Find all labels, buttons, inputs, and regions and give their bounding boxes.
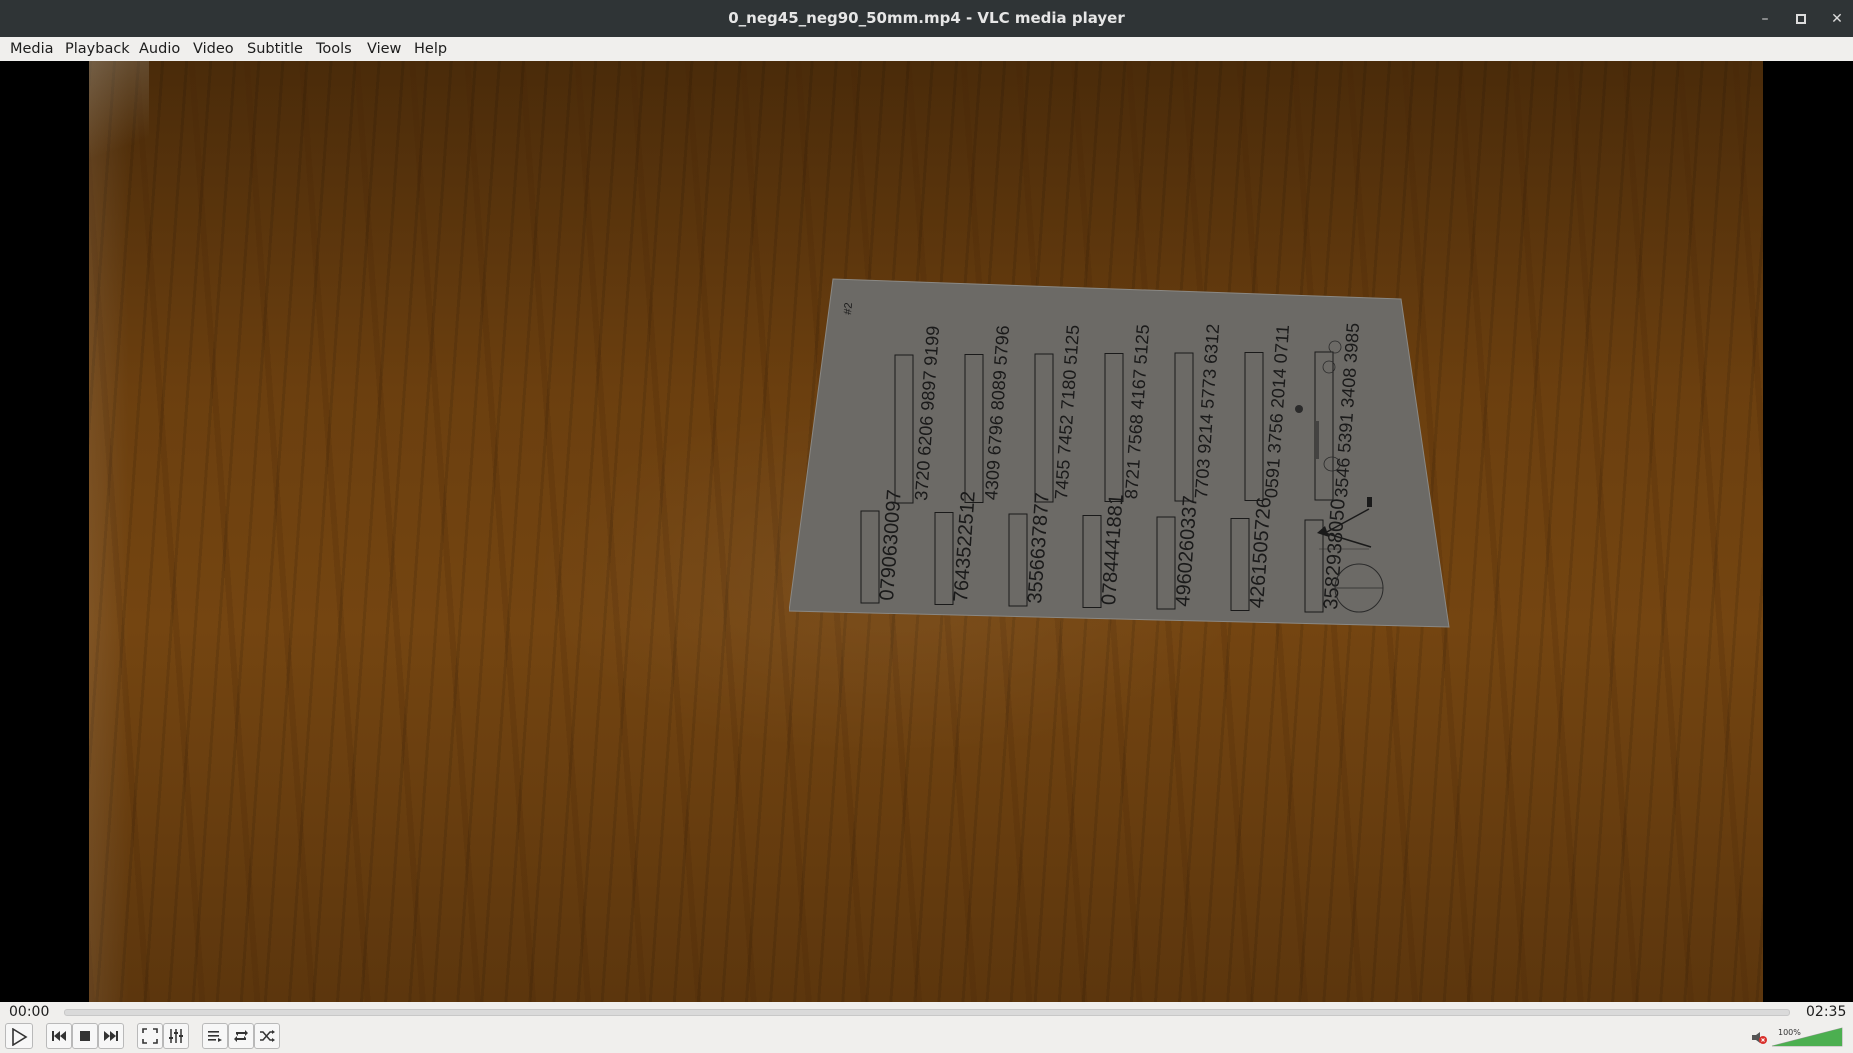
- volume-control[interactable]: 100%: [1752, 1026, 1844, 1048]
- maximize-icon[interactable]: [1790, 8, 1812, 30]
- loop-icon: [234, 1030, 248, 1042]
- next-icon: [104, 1031, 118, 1041]
- stop-button[interactable]: [72, 1023, 98, 1049]
- sheet-note-dot: [1295, 405, 1303, 413]
- menu-playback[interactable]: Playback: [65, 37, 130, 61]
- close-icon[interactable]: ✕: [1826, 8, 1848, 30]
- shuffle-icon: [260, 1030, 275, 1042]
- volume-percent: 100%: [1778, 1028, 1801, 1037]
- playlist-button[interactable]: [202, 1023, 228, 1049]
- loop-button[interactable]: [228, 1023, 254, 1049]
- menu-audio[interactable]: Audio: [139, 37, 180, 61]
- seek-bar[interactable]: [64, 1009, 1790, 1016]
- volume-slider[interactable]: 100%: [1752, 1026, 1844, 1048]
- window-title: 0_neg45_neg90_50mm.mp4 - VLC media playe…: [728, 9, 1125, 27]
- fullscreen-icon: [142, 1028, 158, 1044]
- shuffle-button[interactable]: [254, 1023, 280, 1049]
- menu-media[interactable]: Media: [10, 37, 54, 61]
- menu-bar: Media Playback Audio Video Subtitle Tool…: [0, 37, 1853, 62]
- frame-edge-shadow: [89, 61, 129, 1002]
- paper-sheet: #2 0790630097 7643522512 3556637877 0784441…: [789, 271, 1509, 656]
- previous-button[interactable]: [46, 1023, 72, 1049]
- playlist-icon: [208, 1031, 222, 1042]
- menu-view[interactable]: View: [367, 37, 401, 61]
- menu-subtitle[interactable]: Subtitle: [247, 37, 303, 61]
- control-bar: 00:00 02:35 100%: [0, 1002, 1853, 1053]
- menu-help[interactable]: Help: [414, 37, 447, 61]
- play-button[interactable]: [5, 1023, 33, 1049]
- play-icon: [12, 1028, 28, 1046]
- video-frame[interactable]: #2 0790630097 7643522512 3556637877 0784441…: [89, 61, 1763, 1002]
- sheet-angle-tick: [1367, 497, 1372, 507]
- muted-speaker-icon[interactable]: [1752, 1032, 1767, 1044]
- paper-sheet-graphic: #2 0790630097 7643522512 3556637877 0784441…: [789, 278, 1450, 628]
- next-button[interactable]: [98, 1023, 124, 1049]
- sheet-corner-mark: #2: [842, 302, 855, 315]
- menu-video[interactable]: Video: [193, 37, 234, 61]
- stop-icon: [80, 1031, 90, 1041]
- sheet-note-line: [1316, 421, 1319, 459]
- frame-corner-highlight: [89, 61, 149, 181]
- title-bar: 0_neg45_neg90_50mm.mp4 - VLC media playe…: [0, 0, 1853, 37]
- fullscreen-button[interactable]: [137, 1023, 163, 1049]
- elapsed-time: 00:00: [9, 1004, 50, 1020]
- total-duration: 02:35: [1806, 1004, 1847, 1020]
- extended-settings-button[interactable]: [163, 1023, 189, 1049]
- minimize-icon[interactable]: –: [1754, 8, 1776, 30]
- previous-icon: [52, 1031, 66, 1041]
- video-area[interactable]: #2 0790630097 7643522512 3556637877 0784441…: [0, 61, 1853, 1002]
- equalizer-icon: [169, 1029, 183, 1043]
- menu-tools[interactable]: Tools: [316, 37, 352, 61]
